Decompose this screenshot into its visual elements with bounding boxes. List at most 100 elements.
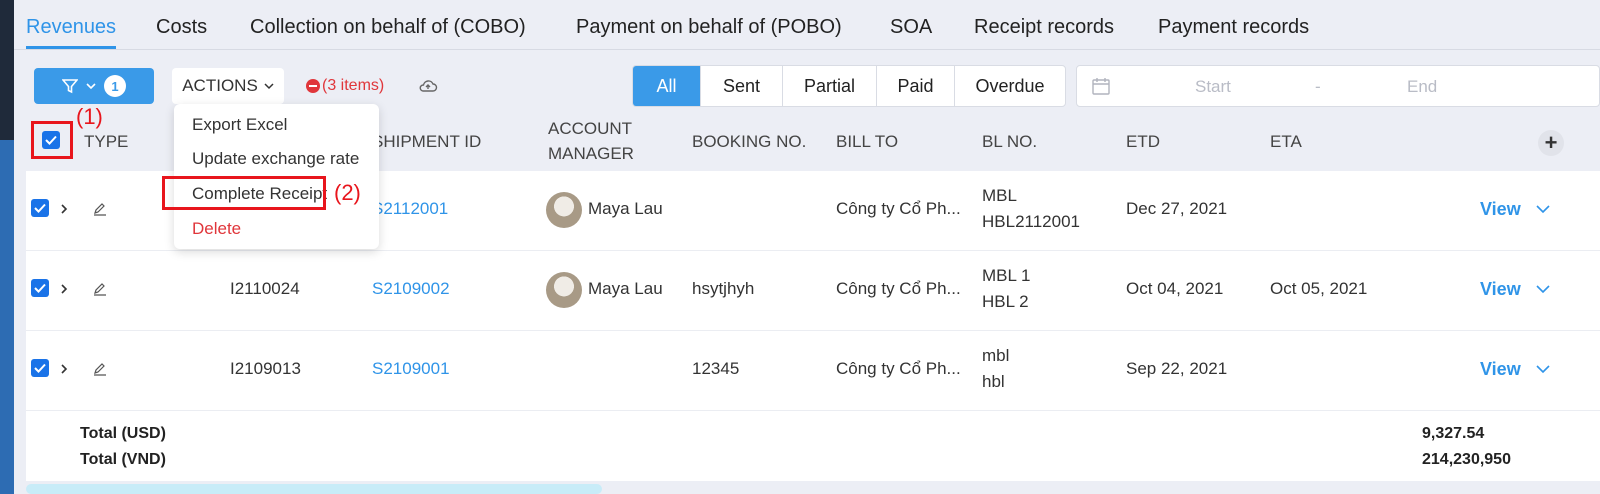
row-code: I2110024 xyxy=(230,279,300,298)
bill-to: Công ty Cổ Ph... xyxy=(836,359,961,378)
actions-label: ACTIONS xyxy=(182,76,258,95)
annotation-box-complete-receipt xyxy=(162,176,326,210)
app-window: Revenues Costs Collection on behalf of (… xyxy=(14,0,1600,494)
check-icon xyxy=(34,283,46,293)
col-account-manager[interactable]: ACCOUNT MANAGER xyxy=(548,116,634,166)
account-manager-name: Maya Lau xyxy=(588,279,663,298)
account-manager-name: Maya Lau xyxy=(588,199,663,218)
row-code: I2109013 xyxy=(230,359,301,378)
table-row[interactable]: I2109013 S2109001 12345 Công ty Cổ Ph...… xyxy=(26,331,1600,411)
tab-receipt-records[interactable]: Receipt records xyxy=(974,16,1114,39)
chevron-down-icon[interactable] xyxy=(1536,205,1550,214)
menu-update-exchange-rate[interactable]: Update exchange rate xyxy=(192,149,359,169)
avatar xyxy=(546,192,582,228)
status-paid[interactable]: Paid xyxy=(877,66,955,106)
col-account-manager-line2: MANAGER xyxy=(548,144,634,163)
view-button[interactable]: View xyxy=(1480,279,1521,300)
col-bl-no[interactable]: BL NO. xyxy=(982,129,1037,154)
table-row[interactable]: I2110024 S2109002 Maya Lau hsytjhyh Công… xyxy=(26,251,1600,331)
etd-date: Sep 22, 2021 xyxy=(1126,359,1228,378)
chevron-down-icon[interactable] xyxy=(1536,285,1550,294)
tab-revenues[interactable]: Revenues xyxy=(26,16,116,39)
col-account-manager-line1: ACCOUNT xyxy=(548,119,633,138)
tab-costs[interactable]: Costs xyxy=(156,16,207,39)
chevron-right-icon[interactable] xyxy=(60,203,68,215)
date-range-picker[interactable]: Start - End xyxy=(1076,65,1600,107)
edit-icon[interactable] xyxy=(92,281,108,297)
booking-no: 12345 xyxy=(692,359,740,378)
col-type[interactable]: TYPE xyxy=(84,129,128,154)
date-separator: - xyxy=(1315,77,1321,96)
actions-dropdown-button[interactable]: ACTIONS xyxy=(172,68,284,104)
bill-to: Công ty Cổ Ph... xyxy=(836,279,961,298)
annotation-label-1: (1) xyxy=(76,104,103,129)
total-usd-value: 9,327.54 xyxy=(1422,425,1485,442)
menu-export-excel[interactable]: Export Excel xyxy=(192,115,287,135)
horizontal-scrollbar[interactable] xyxy=(26,484,602,494)
status-partial[interactable]: Partial xyxy=(783,66,877,106)
check-icon xyxy=(34,363,46,373)
add-column-button[interactable]: + xyxy=(1538,130,1564,156)
shipment-link[interactable]: S2109001 xyxy=(372,359,450,379)
minus-circle-icon xyxy=(306,79,320,93)
bill-to: Công ty Cổ Ph... xyxy=(836,199,961,218)
active-tab-indicator xyxy=(26,46,116,49)
edit-icon[interactable] xyxy=(92,361,108,377)
total-vnd-value: 214,230,950 xyxy=(1422,451,1511,468)
bl-no-mbl: MBL 1 xyxy=(982,266,1031,285)
date-start-input[interactable]: Start xyxy=(1195,77,1231,97)
row-checkbox[interactable] xyxy=(31,199,49,217)
tab-bar: Revenues Costs Collection on behalf of (… xyxy=(14,0,1600,50)
shipment-link[interactable]: S2109002 xyxy=(372,279,450,299)
col-etd[interactable]: ETD xyxy=(1126,129,1160,154)
filter-button[interactable]: 1 xyxy=(34,68,154,104)
check-icon xyxy=(34,203,46,213)
selected-items-count: (3 items) xyxy=(322,77,385,94)
annotation-label-2: (2) xyxy=(334,180,361,205)
col-bill-to[interactable]: BILL TO xyxy=(836,129,898,154)
bl-no-hbl: hbl xyxy=(982,372,1005,391)
row-checkbox[interactable] xyxy=(31,279,49,297)
bl-no-mbl: MBL xyxy=(982,186,1017,205)
filter-icon xyxy=(62,79,78,94)
tab-pobo[interactable]: Payment on behalf of (POBO) xyxy=(576,16,842,39)
chevron-right-icon[interactable] xyxy=(60,283,68,295)
col-eta[interactable]: ETA xyxy=(1270,129,1302,154)
status-sent[interactable]: Sent xyxy=(701,66,783,106)
status-all[interactable]: All xyxy=(633,66,701,106)
bl-no-hbl: HBL 2 xyxy=(982,292,1029,311)
etd-date: Oct 04, 2021 xyxy=(1126,279,1224,298)
annotation-box-select-all xyxy=(31,121,73,159)
sidebar-edge xyxy=(0,140,14,494)
etd-date: Dec 27, 2021 xyxy=(1126,199,1228,218)
chevron-down-icon xyxy=(86,83,96,90)
chevron-right-icon[interactable] xyxy=(60,363,68,375)
tab-payment-records[interactable]: Payment records xyxy=(1158,16,1309,39)
clear-selection-button[interactable]: (3 items) xyxy=(306,77,384,95)
total-usd-label: Total (USD) xyxy=(80,425,166,442)
status-overdue[interactable]: Overdue xyxy=(955,66,1065,106)
row-checkbox[interactable] xyxy=(31,359,49,377)
date-end-input[interactable]: End xyxy=(1407,77,1437,97)
total-vnd-label: Total (VND) xyxy=(80,451,166,468)
view-button[interactable]: View xyxy=(1480,199,1521,220)
status-filter-group: All Sent Partial Paid Overdue xyxy=(632,65,1066,107)
eta-date: Oct 05, 2021 xyxy=(1270,279,1368,298)
chevron-down-icon xyxy=(264,83,274,90)
chevron-down-icon[interactable] xyxy=(1536,365,1550,374)
tab-cobo[interactable]: Collection on behalf of (COBO) xyxy=(250,16,526,39)
menu-delete[interactable]: Delete xyxy=(192,219,241,239)
bl-no-hbl: HBL2112001 xyxy=(982,212,1080,231)
booking-no: hsytjhyh xyxy=(692,279,755,298)
avatar xyxy=(546,272,582,308)
shipment-link[interactable]: S2112001 xyxy=(372,199,448,219)
calendar-icon xyxy=(1092,78,1110,95)
view-button[interactable]: View xyxy=(1480,359,1521,380)
bl-no-mbl: mbl xyxy=(982,346,1010,365)
col-shipment-id[interactable]: SHIPMENT ID xyxy=(372,129,481,154)
col-booking-no[interactable]: BOOKING NO. xyxy=(692,129,806,154)
edit-icon[interactable] xyxy=(92,201,108,217)
cloud-upload-icon[interactable] xyxy=(418,78,438,94)
filter-count-badge: 1 xyxy=(104,75,126,97)
tab-soa[interactable]: SOA xyxy=(890,16,932,39)
